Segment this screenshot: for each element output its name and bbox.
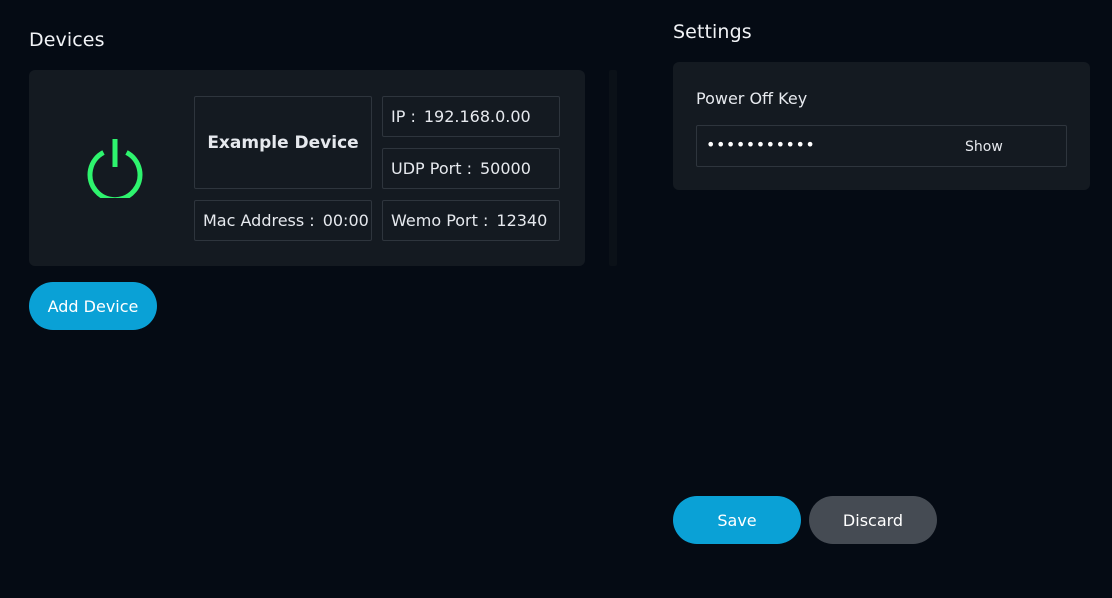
wemo-port-label: Wemo Port : [391,211,489,230]
device-name-text: Example Device [207,132,359,153]
mac-address-value: 00:00 [322,211,369,230]
udp-port-label: UDP Port : [391,159,472,178]
mac-address-field[interactable]: Mac Address : 00:00 [194,200,372,241]
wemo-port-value: 12340 [496,211,548,230]
save-button[interactable]: Save [673,496,801,544]
add-device-button[interactable]: Add Device [29,282,157,330]
ip-label: IP : [391,107,416,126]
device-list-scrollbar[interactable] [609,70,617,266]
ip-field[interactable]: IP : 192.168.0.00 [382,96,560,137]
show-key-button[interactable]: Show [965,139,1003,155]
power-off-key-label: Power Off Key [696,89,808,108]
power-icon-svg [87,139,143,203]
power-off-key-value: ••••••••••• [706,135,816,154]
power-icon[interactable] [85,138,145,203]
discard-button[interactable]: Discard [809,496,937,544]
devices-title: Devices [29,29,105,51]
mac-address-label: Mac Address : [203,211,315,230]
device-name: Example Device [194,96,372,189]
power-off-key-input[interactable]: ••••••••••• Show [696,125,1067,167]
settings-card: Power Off Key ••••••••••• Show [673,62,1090,190]
wemo-port-field[interactable]: Wemo Port : 12340 [382,200,560,241]
udp-port-field[interactable]: UDP Port : 50000 [382,148,560,189]
udp-port-value: 50000 [479,159,531,178]
device-card: Example Device IP : 192.168.0.00 UDP Por… [29,70,585,266]
ip-value: 192.168.0.00 [423,107,531,126]
settings-title: Settings [673,21,752,43]
